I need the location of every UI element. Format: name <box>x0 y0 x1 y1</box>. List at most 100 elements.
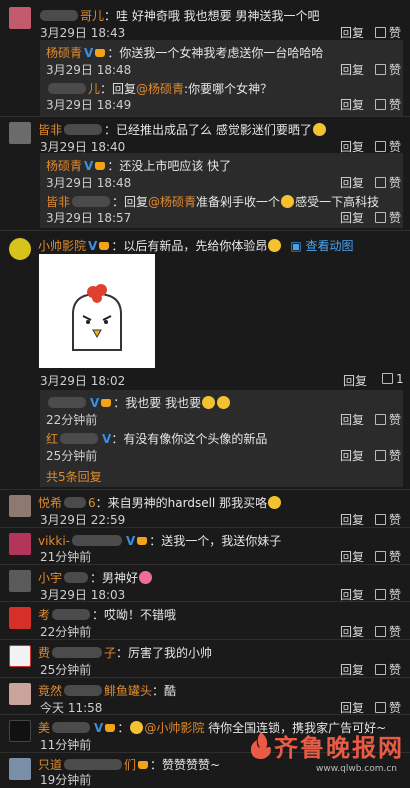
reply-button[interactable]: 回复 <box>340 548 364 565</box>
verified-icon: V <box>94 721 104 735</box>
comment-text: :你要哪个女神？ <box>184 82 273 96</box>
username[interactable]: 竟然 <box>38 684 62 698</box>
username[interactable]: 小宇 <box>38 571 62 585</box>
username[interactable]: 儿 <box>88 82 100 96</box>
reply-button[interactable]: 回复 <box>340 61 364 78</box>
reply-button[interactable]: 回复 <box>340 24 364 41</box>
emoji-icon <box>268 496 282 509</box>
username[interactable]: 杨硕青 <box>46 159 82 173</box>
blurred-name <box>64 759 123 770</box>
avatar[interactable] <box>9 122 31 144</box>
more-replies-link[interactable]: 共5条回复 <box>46 468 102 485</box>
reply-button[interactable]: 回复 <box>343 372 367 389</box>
avatar[interactable] <box>9 683 31 705</box>
username[interactable]: vikki- <box>38 534 70 548</box>
username[interactable]: 考 <box>38 608 50 622</box>
avatar[interactable] <box>9 7 31 29</box>
watermark-url: www.qlwb.com.cn <box>316 764 397 774</box>
blurred-name <box>52 609 91 620</box>
mention-link[interactable]: @杨硕青 <box>148 195 196 209</box>
like-button[interactable]: 赞 <box>375 511 401 528</box>
avatar[interactable] <box>9 570 31 592</box>
avatar[interactable] <box>9 607 31 629</box>
comment-text: 准备剁手收一个 <box>196 195 281 209</box>
like-button[interactable]: 赞 <box>375 209 401 226</box>
comment-date: 19分钟前 <box>40 773 92 787</box>
thumb-up-icon <box>375 177 386 188</box>
comment-text: ：酷 <box>152 684 177 698</box>
emoji-icon <box>130 721 144 734</box>
reply-button[interactable]: 回复 <box>340 96 364 113</box>
comment-text: ：哎呦！不错哦 <box>92 608 177 622</box>
view-animated-image-link[interactable]: ▣ 查看动图 <box>290 239 353 253</box>
avatar[interactable] <box>9 720 31 742</box>
vip-crown-icon <box>95 162 106 170</box>
reply-button[interactable]: 回复 <box>340 411 364 428</box>
reply-button[interactable]: 回复 <box>340 174 364 191</box>
comment-date: 3月29日 18:48 <box>46 176 132 190</box>
blurred-name <box>52 647 103 658</box>
comment-text: ：还没上市吧应该 快了 <box>107 159 232 173</box>
username[interactable]: 悦希 <box>38 496 62 510</box>
divider <box>0 714 410 715</box>
username[interactable]: 皆非 <box>38 123 62 137</box>
username[interactable]: 哥儿 <box>80 9 104 23</box>
thumb-up-icon <box>375 514 386 525</box>
verified-icon: V <box>88 239 98 253</box>
like-button[interactable]: 赞 <box>375 24 401 41</box>
like-button[interactable]: 赞 <box>375 661 401 678</box>
comment-date: 3月29日 18:02 <box>40 374 126 388</box>
blurred-name <box>72 196 111 207</box>
divider <box>0 230 410 231</box>
thumb-up-icon <box>375 64 386 75</box>
mention-link[interactable]: @杨硕青 <box>136 82 184 96</box>
avatar[interactable] <box>9 238 31 260</box>
like-button[interactable]: 赞 <box>375 174 401 191</box>
vip-crown-icon <box>101 399 112 407</box>
username[interactable]: 小帅影院 <box>38 239 86 253</box>
mention-link[interactable]: @小帅影院 <box>144 721 204 735</box>
thumb-up-icon <box>375 141 386 152</box>
like-button[interactable]: 赞 <box>375 96 401 113</box>
blurred-name <box>60 433 99 444</box>
vip-crown-icon <box>105 724 116 732</box>
thumb-up-icon <box>375 450 386 461</box>
vip-crown-icon <box>138 761 149 769</box>
comment-date: 25分钟前 <box>40 663 92 677</box>
vip-crown-icon <box>99 242 110 250</box>
username[interactable]: 只道 <box>38 758 62 772</box>
like-button[interactable]: 赞 <box>375 411 401 428</box>
site-watermark: 齐鲁晚报网 www.qlwb.com.cn <box>246 726 404 780</box>
vip-crown-icon <box>137 537 148 545</box>
comment-text: ：赞赞赞赞~ <box>150 758 221 772</box>
username[interactable]: 美 <box>38 721 50 735</box>
avatar[interactable] <box>9 533 31 555</box>
username[interactable]: 费 <box>38 646 50 660</box>
comment-text: ：有没有像你这个头像的新品 <box>111 432 268 446</box>
avatar[interactable] <box>9 645 31 667</box>
username[interactable]: 杨硕青 <box>46 46 82 60</box>
emoji-icon <box>268 239 282 252</box>
thumb-up-icon <box>375 589 386 600</box>
comment-date: 3月29日 18:48 <box>46 63 132 77</box>
like-button[interactable]: 赞 <box>375 61 401 78</box>
verified-icon: V <box>84 159 94 173</box>
like-button[interactable]: 赞 <box>375 623 401 640</box>
username[interactable]: 皆非 <box>46 195 70 209</box>
avatar[interactable] <box>9 495 31 517</box>
reply-button[interactable]: 回复 <box>340 209 364 226</box>
attached-image[interactable] <box>39 254 155 368</box>
blurred-name <box>40 10 78 21</box>
like-button[interactable]: 赞 <box>375 548 401 565</box>
reply-button[interactable]: 回复 <box>340 511 364 528</box>
reply-button[interactable]: 回复 <box>340 661 364 678</box>
reply-button[interactable]: 回复 <box>340 447 364 464</box>
like-button[interactable]: 1 <box>382 372 404 386</box>
blurred-name <box>64 572 89 583</box>
comment-date: 3月29日 22:59 <box>40 513 126 527</box>
avatar[interactable] <box>9 758 31 780</box>
reply-button[interactable]: 回复 <box>340 623 364 640</box>
like-button[interactable]: 赞 <box>375 447 401 464</box>
comment-date: 21分钟前 <box>40 550 92 564</box>
username[interactable]: 红 <box>46 432 58 446</box>
